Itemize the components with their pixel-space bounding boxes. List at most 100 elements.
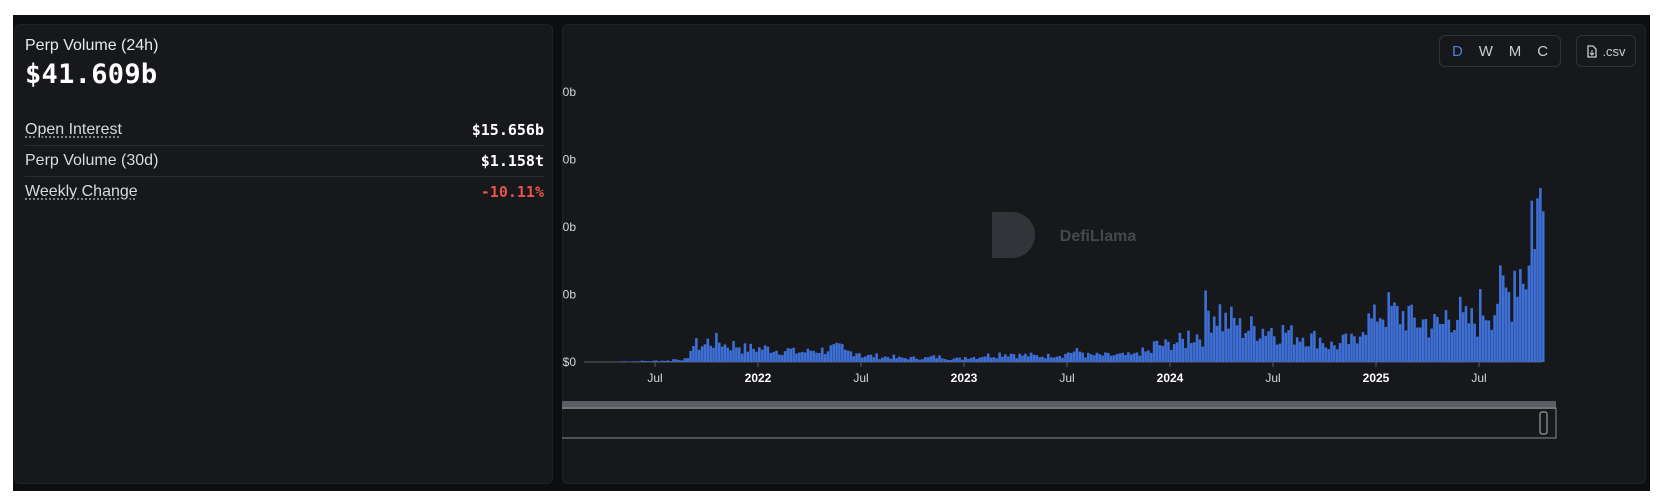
volume-bar <box>1098 354 1102 362</box>
volume-bar <box>918 359 921 362</box>
volume-bar <box>663 360 667 362</box>
volume-bar <box>1367 313 1371 362</box>
brush-window[interactable] <box>562 407 1557 439</box>
volume-bar <box>737 347 741 362</box>
volume-bar <box>1078 351 1082 362</box>
volume-bar <box>849 351 853 362</box>
volume-bar <box>1304 346 1308 362</box>
volume-bar <box>1247 330 1250 362</box>
volume-bar <box>1015 358 1019 362</box>
volume-bar <box>1361 332 1365 362</box>
volume-bar <box>1513 270 1516 362</box>
volume-bar <box>1232 317 1236 362</box>
volume-bar <box>889 358 893 362</box>
volume-bar <box>743 343 747 362</box>
volume-bar <box>1104 352 1107 362</box>
volume-bar <box>1195 334 1199 362</box>
x-tick-label: Jul <box>647 371 662 385</box>
volume-bar <box>823 354 827 362</box>
y-tick-label: $40b <box>562 220 576 234</box>
x-tick-label: Jul <box>1265 371 1280 385</box>
volume-bar <box>720 346 724 362</box>
y-tick-label: $80b <box>562 85 576 99</box>
volume-bar <box>1158 345 1162 362</box>
volume-bar <box>935 358 938 362</box>
volume-bar <box>735 347 738 362</box>
volume-bar <box>1441 323 1445 362</box>
volume-bar <box>958 357 961 362</box>
volume-bar <box>855 353 858 362</box>
volume-bar <box>1041 356 1044 362</box>
volume-bar <box>1044 358 1047 362</box>
volume-bar <box>984 356 987 362</box>
volume-bar <box>795 353 798 362</box>
volume-bar <box>1061 357 1064 362</box>
volume-bar <box>1178 332 1182 362</box>
brush-right-handle[interactable] <box>1539 411 1548 435</box>
perp-volume-24h-value: $41.609b <box>25 59 158 90</box>
volume-bar <box>1184 348 1187 362</box>
volume-bar <box>1355 343 1359 362</box>
volume-bar <box>792 347 795 362</box>
weekly-change-label[interactable]: Weekly Change <box>25 183 138 201</box>
volume-bar <box>1006 356 1010 362</box>
volume-bar <box>1390 305 1393 362</box>
volume-bar <box>712 347 715 362</box>
range-brush[interactable] <box>562 401 1557 439</box>
volume-bar <box>875 353 878 362</box>
volume-bar <box>1396 305 1399 362</box>
volume-bar <box>1252 326 1256 362</box>
bar-series <box>620 188 1545 363</box>
volume-bar <box>1341 334 1345 362</box>
summary-panel: Perp Volume (24h) $41.609b Open Interest… <box>14 24 553 484</box>
volume-bar <box>1052 357 1056 362</box>
volume-bar <box>1333 345 1336 362</box>
volume-bar <box>692 345 695 362</box>
volume-bar <box>1433 313 1436 362</box>
volume-bar <box>1335 349 1339 362</box>
volume-bar <box>1424 319 1428 362</box>
volume-bar <box>1338 343 1342 362</box>
volume-bar <box>1004 354 1007 362</box>
volume-bar <box>998 352 1001 362</box>
volume-bar <box>929 356 933 362</box>
volume-bar <box>1321 343 1325 362</box>
volume-bar <box>1467 323 1471 362</box>
volume-bar <box>778 354 781 362</box>
volume-bar <box>1215 325 1219 362</box>
volume-bar <box>1453 329 1456 362</box>
volume-bar <box>1327 349 1330 362</box>
volume-bar <box>1264 335 1268 362</box>
volume-bar <box>1287 330 1290 362</box>
volume-bar <box>1092 355 1096 362</box>
volume-bar <box>786 348 790 362</box>
volume-bar <box>941 358 944 362</box>
volume-bar <box>883 356 887 362</box>
volume-bar <box>869 354 873 362</box>
volume-bar <box>1301 337 1305 362</box>
open-interest-label[interactable]: Open Interest <box>25 121 122 139</box>
volume-bar <box>666 360 670 362</box>
volume-bar <box>858 353 861 362</box>
volume-bar <box>1330 341 1333 362</box>
volume-bar <box>1021 355 1024 362</box>
volume-bar <box>1001 356 1004 362</box>
volume-bar <box>975 358 979 362</box>
volume-bar <box>1536 198 1539 362</box>
volume-bar <box>1447 319 1451 362</box>
volume-bar <box>846 350 850 362</box>
x-tick-label: 2024 <box>1157 371 1184 385</box>
volume-bar <box>1072 351 1076 362</box>
volume-bar <box>1484 320 1488 362</box>
volume-bar <box>1539 188 1542 362</box>
volume-bar <box>820 347 824 362</box>
x-tick-label: Jul <box>1059 371 1074 385</box>
volume-bar <box>1318 337 1322 362</box>
volume-bar <box>1541 211 1545 362</box>
volume-bar <box>1393 302 1396 362</box>
volume-bar <box>901 357 904 362</box>
volume-bar <box>643 360 647 362</box>
volume-bar <box>1410 304 1413 362</box>
volume-bar <box>800 351 804 362</box>
volume-bar <box>746 351 750 362</box>
